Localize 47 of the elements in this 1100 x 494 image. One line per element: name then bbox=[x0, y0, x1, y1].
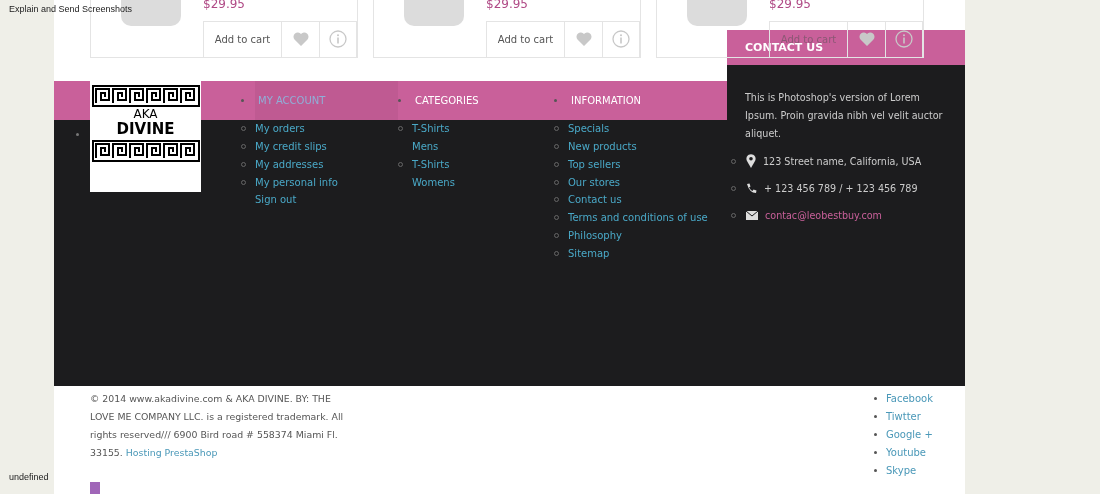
social-link[interactable]: Tiwtter bbox=[886, 411, 921, 423]
photo-placeholder bbox=[687, 0, 747, 26]
status-text: undefined bbox=[9, 472, 49, 482]
heart-icon bbox=[575, 32, 592, 47]
footer-link[interactable]: Philosophy bbox=[568, 230, 622, 241]
heart-icon bbox=[292, 32, 309, 47]
footer-link[interactable]: Terms and conditions of use bbox=[568, 212, 708, 224]
footer-link[interactable]: Contact us bbox=[568, 194, 622, 206]
footer-link[interactable]: Sign out bbox=[255, 194, 297, 206]
logo-text: AKA bbox=[133, 106, 158, 121]
contact-text: 123 Street name, California, USA bbox=[763, 155, 922, 167]
footer-link[interactable]: Womens bbox=[412, 176, 455, 188]
broken-image-icon bbox=[90, 482, 100, 494]
contact-description: This is Photoshop's version of Lorem Ipsum. Proin gravida nibh vel velit auctor aliquet. bbox=[745, 90, 944, 141]
phone-icon bbox=[746, 182, 757, 194]
info-icon bbox=[895, 30, 913, 49]
footer-link[interactable]: Top sellers bbox=[568, 158, 621, 170]
info-icon bbox=[329, 30, 347, 49]
footer-heading[interactable]: CATEGORIES bbox=[412, 80, 554, 120]
copyright-text: © 2014 www.akadivine.com & AKA DIVINE. BY: THE LOVE ME COMPANY LLC. is a registered trademark. All rights reserved/// 6900 Bird road # 558374 Miami Fl. 33155. Hosting PrestaShop bbox=[90, 392, 345, 460]
footer-link[interactable]: Specials bbox=[568, 123, 610, 135]
social-link[interactable]: Google + bbox=[886, 429, 933, 440]
email-link[interactable]: contac@leobestbuy.com bbox=[765, 209, 882, 221]
footer-link[interactable]: My credit slips bbox=[255, 141, 327, 153]
footer-link[interactable]: Our stores bbox=[568, 176, 620, 188]
photo-placeholder bbox=[404, 0, 464, 26]
footer-link[interactable]: Sitemap bbox=[568, 247, 610, 259]
footer-link[interactable]: New products bbox=[568, 141, 637, 153]
social-link[interactable]: Youtube bbox=[886, 446, 926, 458]
hosting-link[interactable]: Hosting PrestaShop bbox=[125, 447, 218, 458]
footer-link[interactable]: T-Shirts bbox=[412, 123, 450, 135]
footer-link[interactable]: Mens bbox=[412, 141, 439, 153]
logo[interactable]: AKA DIVINE bbox=[90, 80, 201, 192]
footer-link[interactable]: My orders bbox=[255, 123, 305, 135]
footer-link[interactable]: My personal info bbox=[255, 176, 338, 188]
contact-text: + 123 456 789 / + 123 456 789 bbox=[764, 182, 918, 194]
heart-icon bbox=[858, 32, 875, 47]
tooltip-text: Explain and Send Screenshots bbox=[9, 4, 133, 14]
social-link[interactable]: Skype bbox=[886, 464, 917, 476]
footer-link[interactable]: T-Shirts bbox=[412, 158, 450, 170]
location-pin-icon bbox=[746, 154, 756, 169]
social-link[interactable]: Facebook bbox=[886, 393, 933, 405]
footer-heading[interactable]: INFORMATION bbox=[568, 80, 724, 120]
envelope-icon bbox=[746, 210, 758, 220]
info-icon bbox=[612, 30, 630, 49]
logo-text: DIVINE bbox=[116, 120, 175, 137]
footer-link[interactable]: My addresses bbox=[255, 158, 324, 170]
